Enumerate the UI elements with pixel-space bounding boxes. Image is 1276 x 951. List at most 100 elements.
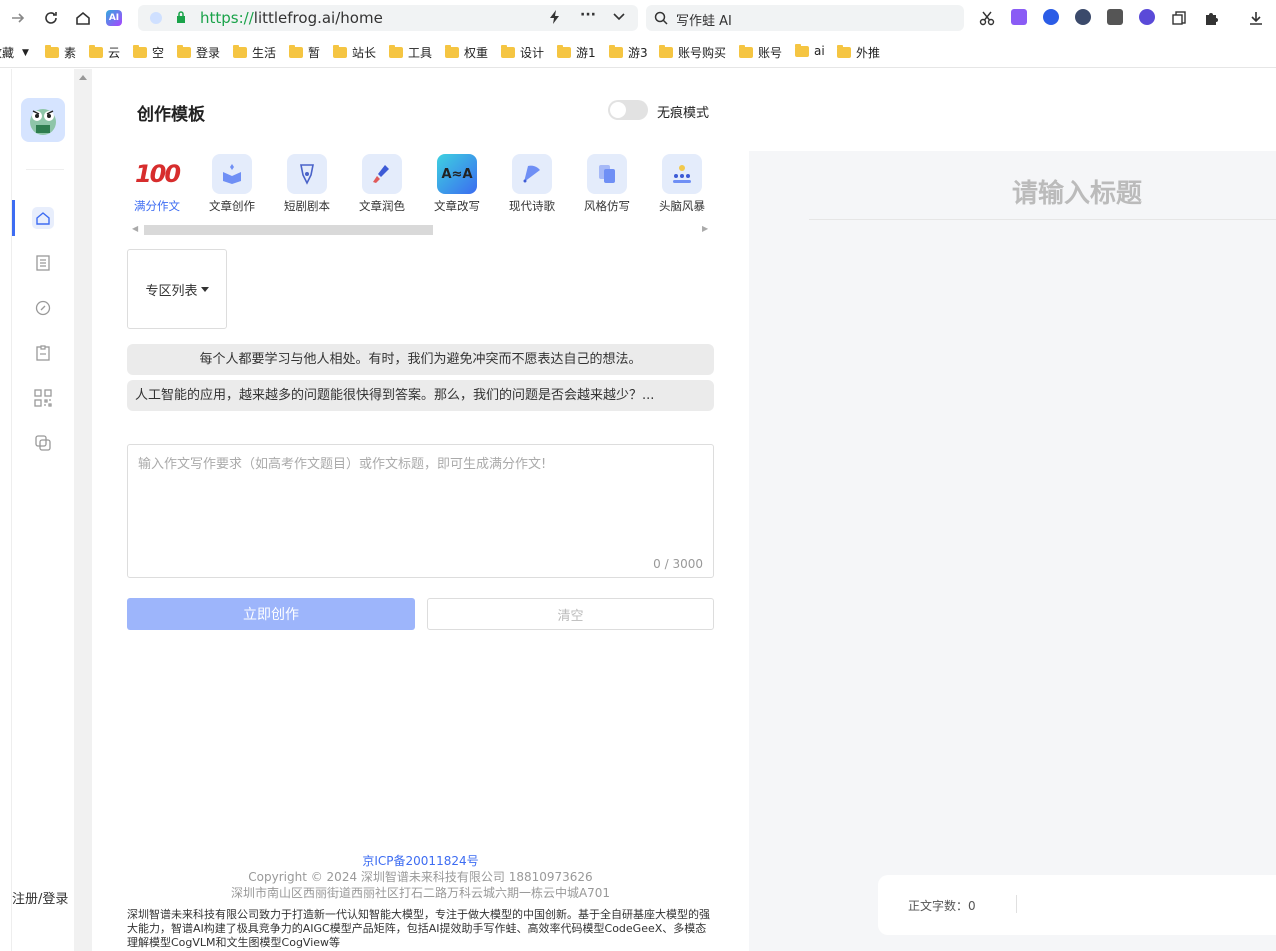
cursor-extension-icon[interactable]	[1075, 9, 1091, 25]
sidebar-document-icon[interactable]	[32, 252, 54, 274]
documents-icon	[587, 154, 627, 194]
bookmark-folder[interactable]: 游1	[557, 44, 596, 61]
bookmark-folder[interactable]: ai	[795, 43, 825, 58]
bookmark-folder[interactable]: 设计	[501, 44, 544, 61]
folder-icon	[557, 45, 571, 58]
address-text: 深圳市南山区西丽街道西丽社区打石二路万科云城六期一栋云中城A701	[230, 886, 611, 900]
clear-button[interactable]: 清空	[427, 598, 714, 630]
tool-label: 文章改写	[434, 199, 480, 213]
login-register-link[interactable]: 注册/登录	[12, 888, 68, 907]
lock-icon	[177, 11, 185, 23]
bookmark-folder[interactable]: 权重	[445, 44, 488, 61]
paw-extension-icon[interactable]	[1043, 9, 1059, 25]
tool-label: 文章创作	[209, 199, 255, 213]
book-sparkle-icon	[212, 154, 252, 194]
ai-extension-icon[interactable]: AI	[104, 8, 124, 28]
forward-arrow-icon[interactable]	[8, 8, 28, 28]
pen-nib-icon	[287, 154, 327, 194]
bookmark-folder[interactable]: 素	[45, 44, 76, 61]
word-count-text: 正文字数：0	[908, 899, 976, 913]
reader-extension-icon[interactable]	[1107, 9, 1123, 25]
search-box[interactable]: 写作蛙 AI	[646, 5, 964, 31]
create-now-button[interactable]: 立即创作	[127, 598, 415, 630]
sidebar-link-icon[interactable]	[32, 297, 54, 319]
bookmark-folder[interactable]: 游3	[609, 44, 648, 61]
sidebar-home-icon[interactable]	[32, 207, 54, 229]
output-panel: 请输入标题 正文字数：0	[749, 151, 1276, 951]
folder-icon	[659, 45, 673, 58]
browser-toolbar: AI https://littlefrog.ai/home ··· 写作蛙 AI	[0, 0, 1276, 36]
chevron-down-icon[interactable]	[612, 9, 626, 27]
folder-icon	[289, 45, 303, 58]
title-divider	[809, 219, 1276, 220]
download-icon[interactable]	[1246, 8, 1266, 28]
sidebar-clipboard-icon[interactable]	[32, 342, 54, 364]
more-dots-icon[interactable]: ···	[580, 7, 596, 23]
folder-icon	[739, 45, 753, 58]
folder-icon	[233, 45, 247, 58]
tool-full-score-essay[interactable]: 100 满分作文	[127, 154, 187, 214]
bookmark-folder[interactable]: 站长	[333, 44, 376, 61]
bookmark-folder[interactable]: 账号购买	[659, 44, 726, 61]
team-idea-icon	[662, 154, 702, 194]
tool-article-creation[interactable]: 文章创作	[202, 154, 262, 214]
home-icon[interactable]	[73, 8, 93, 28]
output-title-placeholder[interactable]: 请输入标题	[749, 173, 1276, 210]
bookmark-folder[interactable]: 生活	[233, 44, 276, 61]
bot-extension-icon[interactable]	[1139, 9, 1155, 25]
tool-brainstorm[interactable]: 头脑风暴	[652, 154, 712, 214]
brush-icon	[362, 154, 402, 194]
folder-icon	[45, 45, 59, 58]
tool-article-rewrite[interactable]: A≈A 文章改写	[427, 154, 487, 214]
bookmark-folder[interactable]: 账号	[739, 44, 782, 61]
frog-logo-icon[interactable]	[21, 98, 65, 142]
folder-icon	[501, 45, 515, 58]
horizontal-scrollbar-thumb[interactable]	[144, 225, 433, 235]
puzzle-extensions-icon[interactable]	[1201, 8, 1221, 28]
icp-link[interactable]: 京ICP备20011824号	[92, 852, 749, 869]
tool-article-polish[interactable]: 文章润色	[352, 154, 412, 214]
address-bar[interactable]: https://littlefrog.ai/home ···	[138, 5, 638, 31]
sidebar-apps-icon[interactable]	[32, 387, 54, 409]
tool-label: 文章润色	[359, 199, 405, 213]
folder-icon	[333, 45, 347, 58]
sample-prompt[interactable]: 人工智能的应用，越来越多的问题能很快得到答案。那么，我们的问题是否会越来越少？.…	[127, 380, 714, 411]
bookmark-folder[interactable]: 暂	[289, 44, 320, 61]
zone-list-dropdown[interactable]: 专区列表	[127, 249, 227, 329]
folder-icon	[795, 43, 809, 57]
address-url: https://littlefrog.ai/home	[200, 9, 383, 27]
scroll-right-arrow-icon[interactable]: ▶	[702, 224, 708, 233]
bookmark-folder[interactable]: 工具	[389, 44, 432, 61]
left-edge	[0, 69, 12, 951]
scrollbar[interactable]	[74, 69, 92, 951]
tool-short-drama-script[interactable]: 短剧剧本	[277, 154, 337, 214]
scroll-up-arrow-icon[interactable]	[79, 75, 87, 80]
bookmark-folder[interactable]: 空	[133, 44, 164, 61]
caret-down-icon	[200, 286, 209, 292]
hundred-points-icon: 100	[134, 160, 181, 188]
tool-style-imitation[interactable]: 风格仿写	[577, 154, 637, 214]
bookmark-folder[interactable]: 外推	[837, 44, 880, 61]
incognito-toggle[interactable]	[608, 100, 648, 120]
bookmark-folder[interactable]: 云	[89, 44, 120, 61]
reload-icon[interactable]	[41, 8, 61, 28]
copyright-text: Copyright © 2024 深圳智谱未来科技有限公司 1881097362…	[248, 870, 593, 884]
bookmark-favorites[interactable]: 收藏▼	[0, 44, 29, 61]
char-counter: 0 / 3000	[653, 557, 703, 571]
site-favicon-icon	[150, 12, 162, 24]
copy-icon[interactable]	[1169, 8, 1189, 28]
tool-modern-poetry[interactable]: 现代诗歌	[502, 154, 562, 214]
scissors-icon[interactable]	[977, 8, 997, 28]
essay-prompt-input[interactable]	[128, 445, 713, 577]
scroll-left-arrow-icon[interactable]: ◀	[132, 224, 138, 233]
lightning-icon[interactable]	[548, 9, 562, 29]
word-count-bar: 正文字数：0	[878, 875, 1276, 935]
word-count-separator	[1016, 895, 1017, 913]
sidebar-layers-icon[interactable]	[32, 432, 54, 454]
translate-extension-icon[interactable]	[1011, 9, 1027, 25]
folder-icon	[609, 45, 623, 58]
sample-prompt[interactable]: 每个人都要学习与他人相处。有时，我们为避免冲突而不愿表达自己的想法。	[127, 344, 714, 375]
folder-icon	[177, 45, 191, 58]
bookmark-folder[interactable]: 登录	[177, 44, 220, 61]
sidebar-divider	[26, 169, 64, 170]
